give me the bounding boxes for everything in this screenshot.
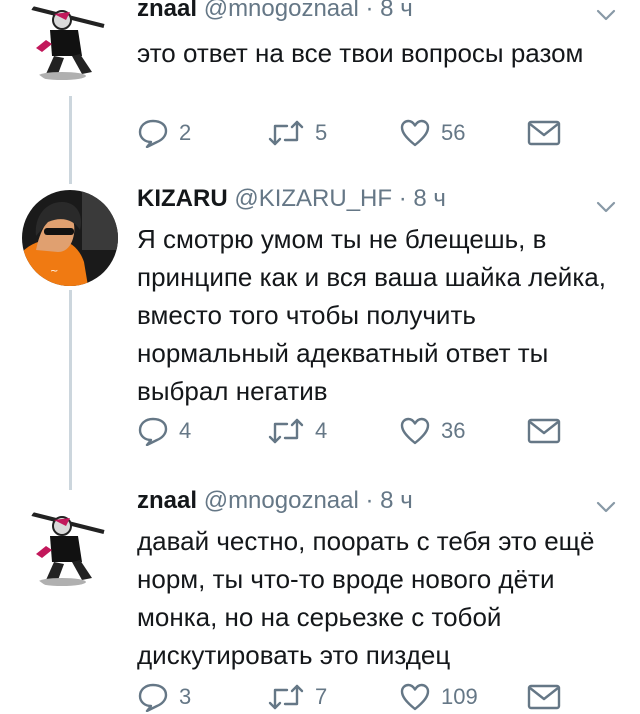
user-handle[interactable]: @mnogoznaal [204, 487, 359, 514]
reply-count: 2 [179, 120, 192, 145]
envelope-icon [527, 120, 561, 146]
retweet-icon [268, 418, 304, 444]
user-handle[interactable]: @KIZARU_HF [234, 185, 392, 212]
reply-button[interactable]: 2 [137, 116, 191, 150]
tweet-header: znaal @mnogoznaal · 8 ч [137, 486, 413, 516]
retweet-count: 5 [315, 120, 328, 145]
like-button[interactable]: 56 [399, 116, 465, 150]
like-button[interactable]: 36 [399, 414, 465, 448]
reply-icon [138, 683, 168, 712]
envelope-icon [527, 684, 561, 710]
tweet[interactable]: znaal @mnogoznaal · 8 ч это ответ на все… [0, 0, 640, 175]
heart-icon [400, 417, 430, 445]
retweet-count: 7 [315, 684, 328, 709]
tweet-text: давай честно, поорать с тебя это ещё нор… [137, 526, 595, 670]
display-name[interactable]: znaal [137, 0, 197, 22]
display-name[interactable]: KIZARU [137, 185, 228, 212]
reply-count: 4 [179, 418, 192, 443]
heart-icon [400, 683, 430, 711]
retweet-count: 4 [315, 418, 328, 443]
like-button[interactable]: 109 [399, 680, 478, 714]
reply-icon [138, 417, 168, 446]
svg-text:~: ~ [50, 266, 58, 277]
chevron-down-icon[interactable] [596, 200, 616, 214]
retweet-button[interactable]: 7 [267, 680, 327, 714]
tweet-header: KIZARU @KIZARU_HF · 8 ч [137, 184, 446, 214]
timestamp[interactable]: 8 ч [380, 487, 413, 514]
tweet-actions: 2 5 56 [137, 116, 617, 150]
separator-dot: · [365, 487, 374, 514]
direct-message-button[interactable] [527, 116, 561, 150]
heart-icon [400, 119, 430, 147]
reply-count: 3 [179, 684, 192, 709]
tweet-actions: 4 4 36 [137, 414, 617, 448]
retweet-icon [268, 684, 304, 710]
like-count: 109 [441, 684, 478, 709]
direct-message-button[interactable] [527, 680, 561, 714]
reply-button[interactable]: 4 [137, 414, 191, 448]
user-handle[interactable]: @mnogoznaal [204, 0, 359, 22]
separator-dot: · [365, 0, 374, 22]
like-count: 36 [441, 418, 466, 443]
tweet[interactable]: ~ KIZARU @KIZARU_HF · 8 ч Я смотрю умом … [0, 184, 640, 484]
retweet-button[interactable]: 5 [267, 116, 327, 150]
chevron-down-icon[interactable] [596, 500, 616, 514]
direct-message-button[interactable] [527, 414, 561, 448]
display-name[interactable]: znaal [137, 487, 197, 514]
retweet-icon [268, 120, 304, 146]
envelope-icon [527, 418, 561, 444]
timestamp[interactable]: 8 ч [380, 0, 413, 22]
reply-icon [138, 119, 168, 148]
reply-button[interactable]: 3 [137, 680, 191, 714]
tweet[interactable]: znaal @mnogoznaal · 8 ч давай честно, по… [0, 484, 640, 712]
ninja-avatar-icon[interactable] [22, 496, 118, 592]
retweet-button[interactable]: 4 [267, 414, 327, 448]
tweet-text: Я смотрю умом ты не блещешь, в принципе … [137, 224, 606, 406]
like-count: 56 [441, 120, 466, 145]
person-photo-avatar[interactable]: ~ [22, 190, 118, 286]
timestamp[interactable]: 8 ч [413, 185, 446, 212]
separator-dot: · [398, 185, 407, 212]
tweet-text: это ответ на все твои вопросы разом [137, 38, 584, 68]
tweet-actions: 3 7 109 [137, 680, 617, 714]
chevron-down-icon[interactable] [596, 8, 616, 22]
ninja-avatar-icon[interactable] [22, 0, 118, 86]
tweet-header: znaal @mnogoznaal · 8 ч [137, 0, 413, 24]
